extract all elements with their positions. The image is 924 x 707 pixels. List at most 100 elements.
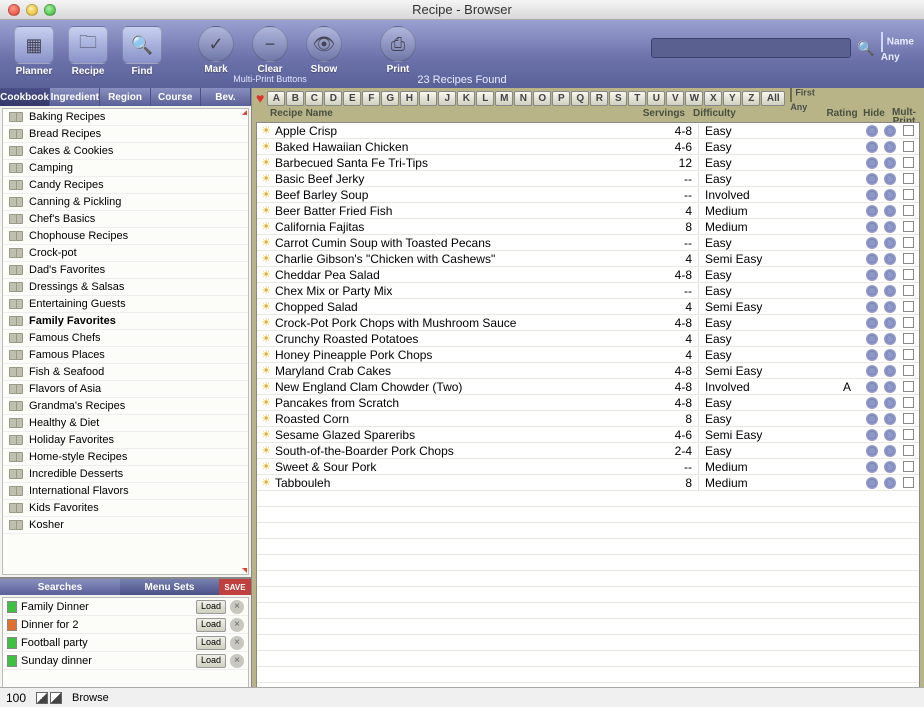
multi-print-checkbox[interactable] bbox=[899, 253, 917, 264]
alpha-n-button[interactable]: N bbox=[514, 91, 532, 106]
alpha-u-button[interactable]: U bbox=[647, 91, 665, 106]
recipe-row[interactable]: ☀Sweet & Sour Pork--Medium bbox=[257, 459, 919, 475]
hide-gear[interactable] bbox=[863, 381, 881, 393]
category-item[interactable]: Kids Favorites bbox=[3, 500, 248, 517]
category-item[interactable]: Famous Places bbox=[3, 347, 248, 364]
tab-course[interactable]: Course bbox=[151, 88, 201, 106]
multi-gear[interactable] bbox=[881, 173, 899, 185]
category-list[interactable]: Baking RecipesBread RecipesCakes & Cooki… bbox=[2, 108, 249, 575]
search-icon[interactable]: 🔍 bbox=[857, 40, 874, 57]
find-button[interactable]: 🔍Find bbox=[118, 24, 166, 77]
delete-button[interactable]: × bbox=[230, 600, 244, 614]
view-icon-1[interactable] bbox=[36, 692, 48, 704]
recipe-row[interactable]: ☀New England Clam Chowder (Two)4-8Involv… bbox=[257, 379, 919, 395]
alpha-h-button[interactable]: H bbox=[400, 91, 418, 106]
recipe-row[interactable]: ☀Basic Beef Jerky--Easy bbox=[257, 171, 919, 187]
category-item[interactable]: Family Favorites bbox=[3, 313, 248, 330]
mark-button[interactable]: ✓Mark bbox=[192, 24, 240, 75]
multi-print-checkbox[interactable] bbox=[899, 397, 917, 408]
multi-gear[interactable] bbox=[881, 141, 899, 153]
category-item[interactable]: Fish & Seafood bbox=[3, 364, 248, 381]
multi-gear[interactable] bbox=[881, 461, 899, 473]
hide-gear[interactable] bbox=[863, 285, 881, 297]
multi-gear[interactable] bbox=[881, 221, 899, 233]
zoom-level[interactable]: 100 bbox=[6, 691, 26, 705]
multi-gear[interactable] bbox=[881, 381, 899, 393]
multi-print-checkbox[interactable] bbox=[899, 157, 917, 168]
alpha-t-button[interactable]: T bbox=[628, 91, 646, 106]
hide-gear[interactable] bbox=[863, 397, 881, 409]
search-mode-toggle[interactable]: NameAny bbox=[881, 32, 914, 64]
multi-print-checkbox[interactable] bbox=[899, 413, 917, 424]
category-item[interactable]: Baking Recipes bbox=[3, 109, 248, 126]
alpha-i-button[interactable]: I bbox=[419, 91, 437, 106]
col-rating[interactable]: Rating bbox=[824, 108, 860, 122]
multi-print-checkbox[interactable] bbox=[899, 205, 917, 216]
category-item[interactable]: Canning & Pickling bbox=[3, 194, 248, 211]
category-item[interactable]: International Flavors bbox=[3, 483, 248, 500]
category-item[interactable]: Camping bbox=[3, 160, 248, 177]
tab-bev[interactable]: Bev. bbox=[201, 88, 251, 106]
load-button[interactable]: Load bbox=[196, 618, 226, 632]
load-button[interactable]: Load bbox=[196, 636, 226, 650]
multi-gear[interactable] bbox=[881, 317, 899, 329]
hide-gear[interactable] bbox=[863, 477, 881, 489]
hide-gear[interactable] bbox=[863, 445, 881, 457]
recipe-row[interactable]: ☀California Fajitas8Medium bbox=[257, 219, 919, 235]
recipe-row[interactable]: ☀Pancakes from Scratch4-8Easy bbox=[257, 395, 919, 411]
multi-gear[interactable] bbox=[881, 349, 899, 361]
hide-gear[interactable] bbox=[863, 429, 881, 441]
hide-gear[interactable] bbox=[863, 205, 881, 217]
menu-sets-tab[interactable]: Menu Sets bbox=[120, 579, 219, 595]
saved-search-item[interactable]: Family DinnerLoad× bbox=[3, 598, 248, 616]
multi-print-checkbox[interactable] bbox=[899, 189, 917, 200]
multi-print-checkbox[interactable] bbox=[899, 317, 917, 328]
category-item[interactable]: Chophouse Recipes bbox=[3, 228, 248, 245]
category-item[interactable]: Incredible Desserts bbox=[3, 466, 248, 483]
hide-gear[interactable] bbox=[863, 221, 881, 233]
save-button[interactable]: SAVE bbox=[219, 579, 251, 595]
recipe-row[interactable]: ☀South-of-the-Boarder Pork Chops2-4Easy bbox=[257, 443, 919, 459]
alpha-e-button[interactable]: E bbox=[343, 91, 361, 106]
recipe-row[interactable]: ☀Cheddar Pea Salad4-8Easy bbox=[257, 267, 919, 283]
multi-print-checkbox[interactable] bbox=[899, 445, 917, 456]
alpha-b-button[interactable]: B bbox=[286, 91, 304, 106]
category-item[interactable]: Cakes & Cookies bbox=[3, 143, 248, 160]
alpha-k-button[interactable]: K bbox=[457, 91, 475, 106]
tab-cookbook[interactable]: Cookbook bbox=[0, 88, 50, 106]
delete-button[interactable]: × bbox=[230, 654, 244, 668]
alpha-j-button[interactable]: J bbox=[438, 91, 456, 106]
multi-print-checkbox[interactable] bbox=[899, 365, 917, 376]
multi-print-checkbox[interactable] bbox=[899, 333, 917, 344]
multi-print-checkbox[interactable] bbox=[899, 173, 917, 184]
alpha-r-button[interactable]: R bbox=[590, 91, 608, 106]
load-button[interactable]: Load bbox=[196, 600, 226, 614]
category-item[interactable]: Bread Recipes bbox=[3, 126, 248, 143]
category-item[interactable]: Famous Chefs bbox=[3, 330, 248, 347]
recipe-row[interactable]: ☀Barbecued Santa Fe Tri-Tips12Easy bbox=[257, 155, 919, 171]
recipe-grid[interactable]: ☀Apple Crisp4-8Easy☀Baked Hawaiian Chick… bbox=[256, 122, 920, 703]
hide-gear[interactable] bbox=[863, 365, 881, 377]
multi-gear[interactable] bbox=[881, 445, 899, 457]
recipe-row[interactable]: ☀Beer Batter Fried Fish4Medium bbox=[257, 203, 919, 219]
recipe-row[interactable]: ☀Crunchy Roasted Potatoes4Easy bbox=[257, 331, 919, 347]
col-recipe-name[interactable]: Recipe Name bbox=[256, 108, 635, 122]
col-difficulty[interactable]: Difficulty bbox=[689, 108, 824, 122]
hide-gear[interactable] bbox=[863, 333, 881, 345]
delete-button[interactable]: × bbox=[230, 618, 244, 632]
recipe-row[interactable]: ☀Chex Mix or Party Mix--Easy bbox=[257, 283, 919, 299]
hide-gear[interactable] bbox=[863, 269, 881, 281]
tab-region[interactable]: Region bbox=[100, 88, 150, 106]
multi-gear[interactable] bbox=[881, 301, 899, 313]
category-item[interactable]: Kosher bbox=[3, 517, 248, 534]
alpha-l-button[interactable]: L bbox=[476, 91, 494, 106]
multi-gear[interactable] bbox=[881, 189, 899, 201]
multi-gear[interactable] bbox=[881, 477, 899, 489]
recipe-row[interactable]: ☀Sesame Glazed Spareribs4-6Semi Easy bbox=[257, 427, 919, 443]
print-button[interactable]: ⎙Print bbox=[374, 24, 422, 75]
multi-gear[interactable] bbox=[881, 125, 899, 137]
search-input[interactable] bbox=[651, 38, 851, 58]
alpha-s-button[interactable]: S bbox=[609, 91, 627, 106]
alpha-m-button[interactable]: M bbox=[495, 91, 513, 106]
category-item[interactable]: Crock-pot bbox=[3, 245, 248, 262]
